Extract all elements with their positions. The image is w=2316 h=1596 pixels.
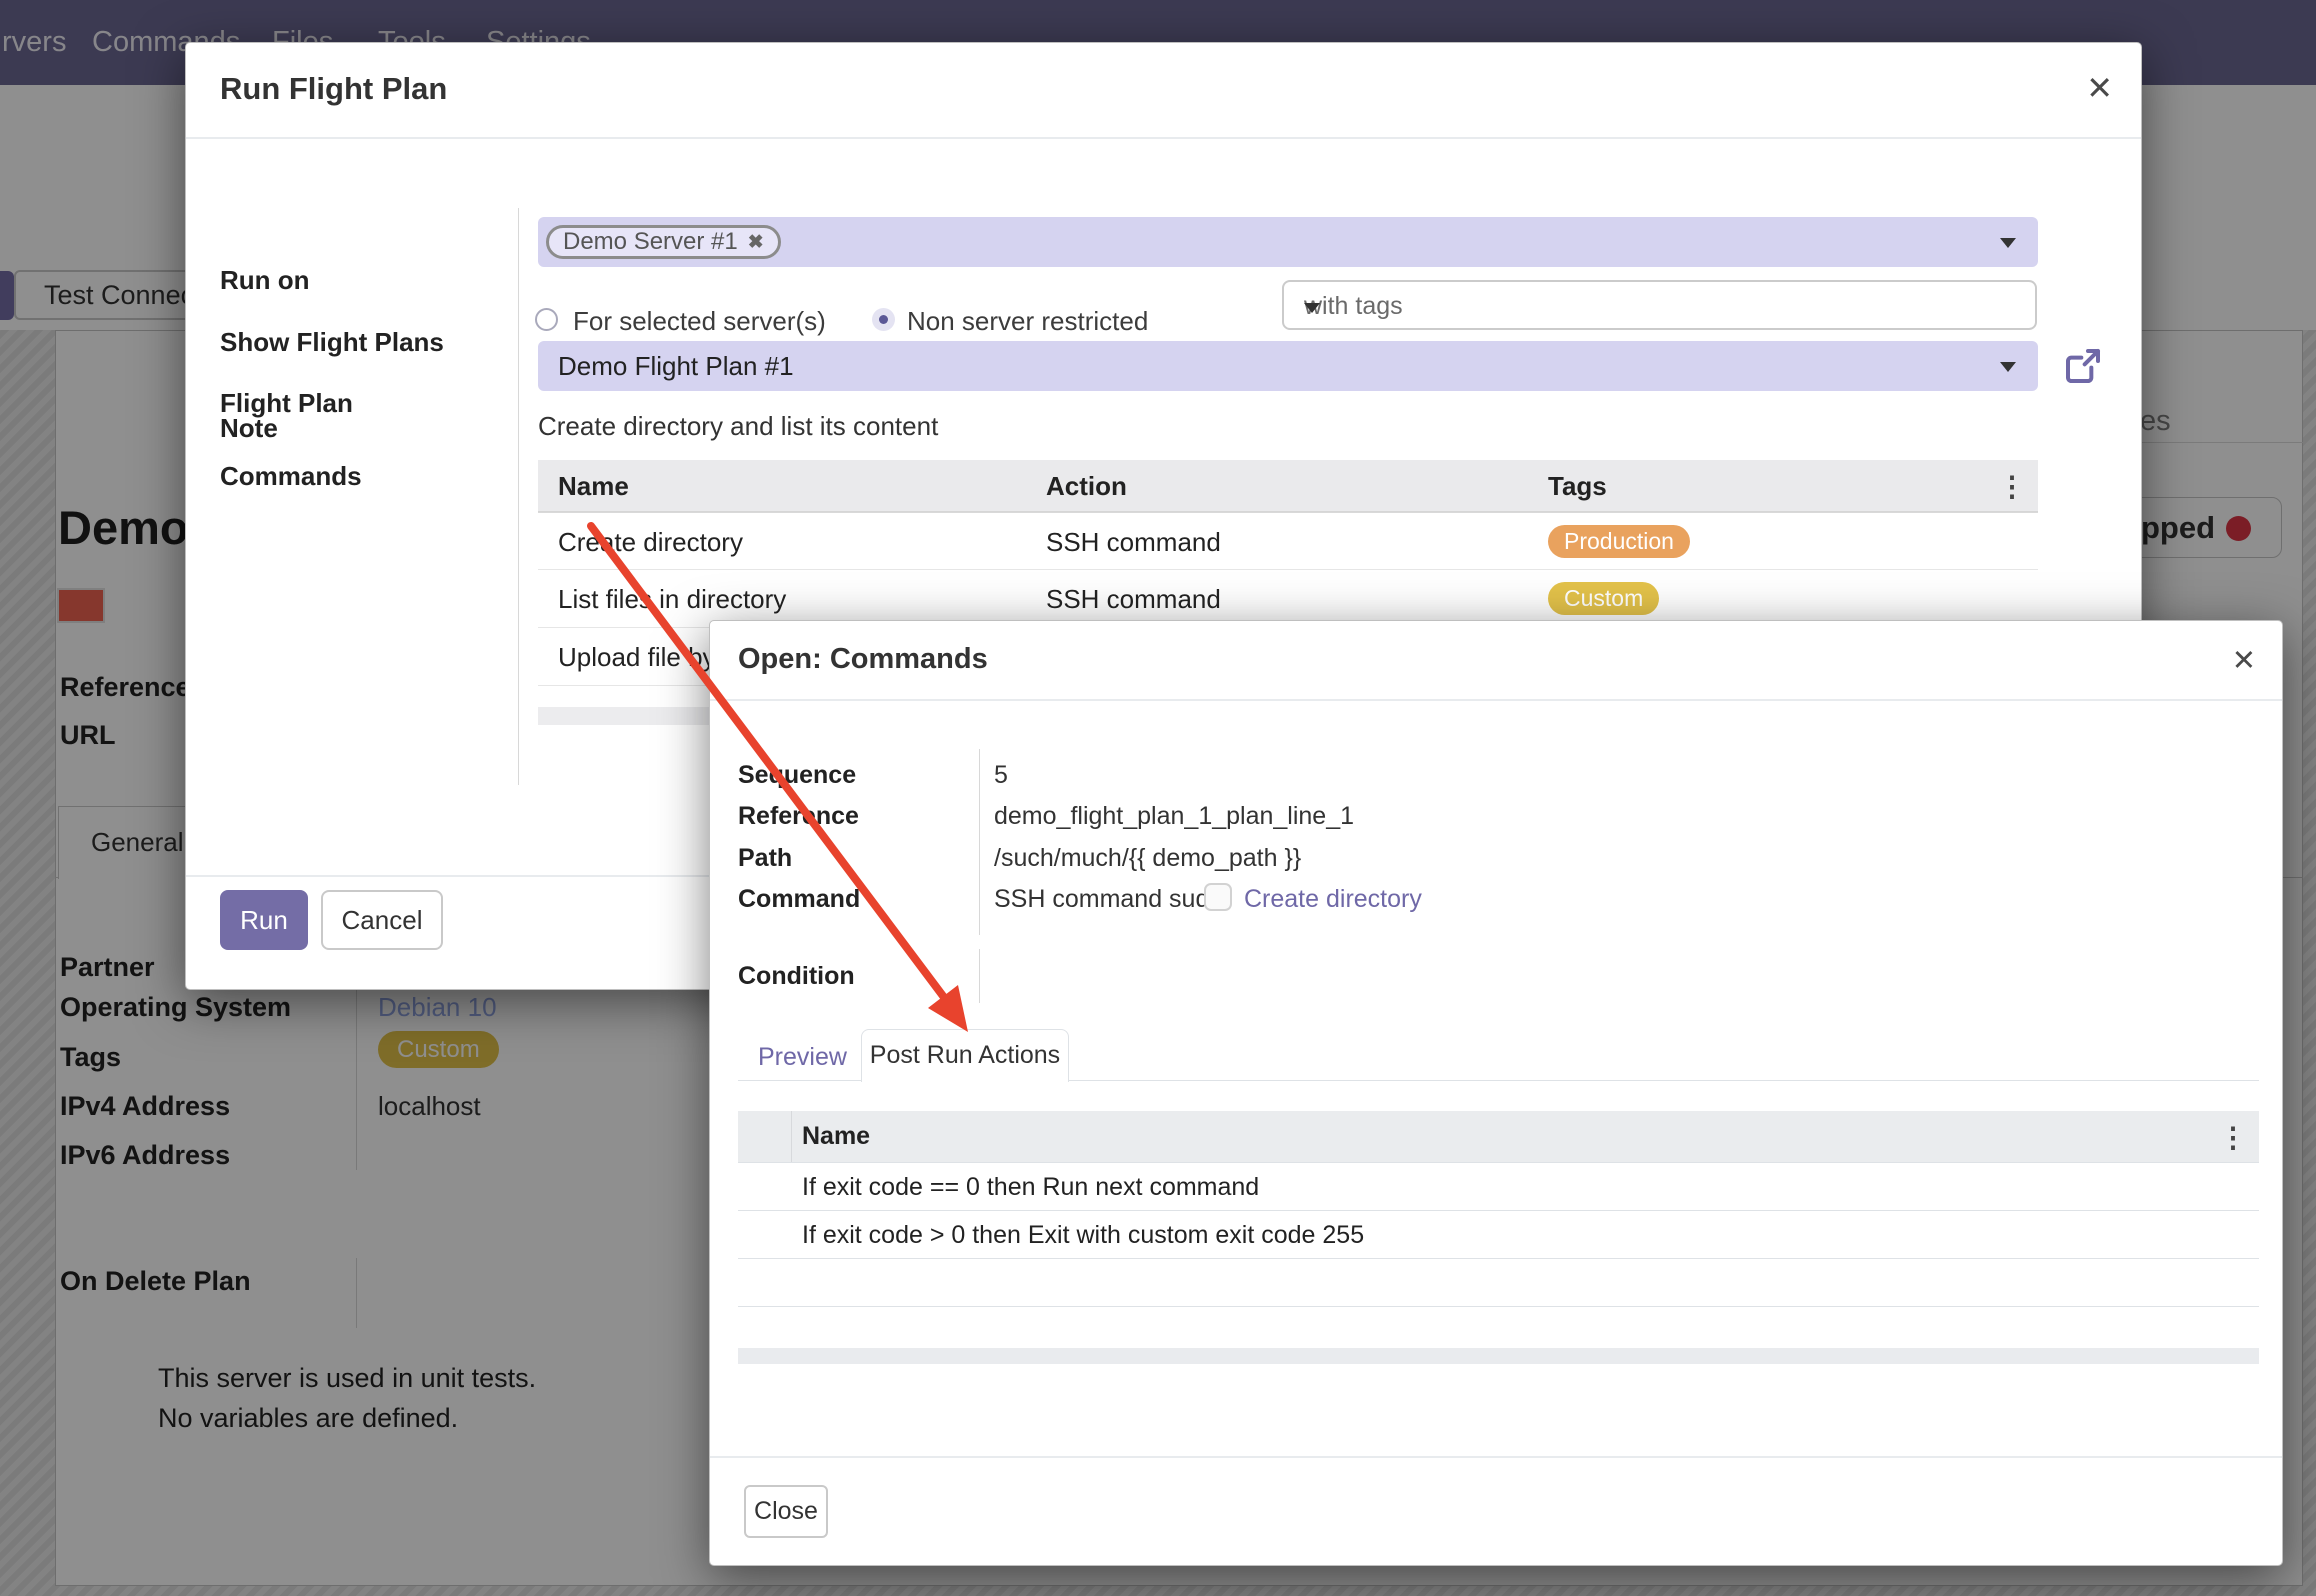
col-name[interactable]: Name bbox=[558, 471, 629, 502]
run-button[interactable]: Run bbox=[220, 890, 308, 950]
external-link-icon[interactable] bbox=[2063, 346, 2103, 386]
table-options-icon[interactable]: ⋮ bbox=[2219, 1121, 2247, 1154]
col-name[interactable]: Name bbox=[802, 1122, 870, 1151]
label-path: Path bbox=[738, 844, 792, 873]
label-column-divider bbox=[979, 949, 980, 1003]
label-column-divider bbox=[518, 208, 519, 785]
close-icon[interactable]: ✕ bbox=[2086, 69, 2113, 107]
chevron-down-icon bbox=[1304, 303, 1320, 313]
radio-for-selected-servers-label[interactable]: For selected server(s) bbox=[573, 306, 826, 337]
col-tags[interactable]: Tags bbox=[1548, 471, 1607, 502]
flight-plan-note: Create directory and list its content bbox=[538, 411, 938, 442]
cell-action: SSH command bbox=[1046, 584, 1221, 615]
table-row[interactable]: Create directory SSH command Production bbox=[538, 512, 2038, 570]
label-note: Note bbox=[220, 413, 278, 444]
cell-name: If exit code == 0 then Run next command bbox=[802, 1173, 1259, 1202]
cell-name: Create directory bbox=[558, 527, 743, 558]
label-show-flight-plans: Show Flight Plans bbox=[220, 327, 444, 358]
sudo-checkbox[interactable] bbox=[1204, 883, 1232, 911]
chevron-down-icon bbox=[2000, 362, 2016, 372]
value-path: /such/much/{{ demo_path }} bbox=[994, 844, 1301, 873]
commands-table-header: Name Action Tags ⋮ bbox=[538, 460, 2038, 512]
close-icon[interactable]: ✕ bbox=[2232, 643, 2256, 678]
label-sequence: Sequence bbox=[738, 761, 856, 790]
cell-name: If exit code > 0 then Exit with custom e… bbox=[802, 1221, 1364, 1250]
label-command: Command bbox=[738, 885, 860, 914]
cell-action: SSH command bbox=[1046, 527, 1221, 558]
value-reference: demo_flight_plan_1_plan_line_1 bbox=[994, 802, 1354, 831]
header-divider bbox=[710, 699, 2282, 701]
cell-name: Upload file by bbox=[558, 642, 716, 673]
radio-non-server-restricted[interactable] bbox=[872, 308, 895, 331]
footer-divider bbox=[710, 1456, 2282, 1458]
table-row[interactable]: If exit code > 0 then Exit with custom e… bbox=[738, 1210, 2259, 1258]
screenshot-stage: rvers Commands Files Tools Settings Test… bbox=[0, 0, 2316, 1596]
table-options-icon[interactable]: ⋮ bbox=[1998, 470, 2026, 503]
tab-preview[interactable]: Preview bbox=[758, 1043, 847, 1072]
chevron-down-icon bbox=[2000, 238, 2016, 248]
remove-tag-icon[interactable]: ✖ bbox=[748, 231, 764, 254]
label-column-divider bbox=[979, 749, 980, 935]
label-reference: Reference bbox=[738, 802, 859, 831]
modal-title: Open: Commands bbox=[738, 643, 988, 676]
with-tags-select[interactable]: with tags bbox=[1282, 280, 2037, 330]
table-footer-strip bbox=[738, 1348, 2259, 1364]
tag-badge: Custom bbox=[1548, 582, 1659, 615]
value-sequence: 5 bbox=[994, 761, 1008, 790]
radio-non-server-restricted-label[interactable]: Non server restricted bbox=[907, 306, 1148, 337]
value-command: SSH command sudo bbox=[994, 885, 1223, 914]
table-row-empty[interactable] bbox=[738, 1258, 2259, 1306]
modal-title: Run Flight Plan bbox=[220, 71, 447, 107]
flight-plan-select[interactable]: Demo Flight Plan #1 bbox=[538, 341, 2038, 391]
label-condition: Condition bbox=[738, 962, 855, 991]
selector-column bbox=[738, 1111, 792, 1162]
label-commands: Commands bbox=[220, 461, 362, 492]
flight-plan-value: Demo Flight Plan #1 bbox=[558, 351, 794, 382]
cell-name: List files in directory bbox=[558, 584, 786, 615]
close-button[interactable]: Close bbox=[744, 1485, 828, 1538]
table-bottom-border bbox=[738, 1306, 2259, 1307]
label-run-on: Run on bbox=[220, 265, 310, 296]
table-row[interactable]: If exit code == 0 then Run next command bbox=[738, 1162, 2259, 1210]
tag-badge: Production bbox=[1548, 525, 1690, 558]
cancel-button[interactable]: Cancel bbox=[321, 890, 443, 950]
post-run-table-header: Name ⋮ bbox=[738, 1111, 2259, 1162]
server-tag[interactable]: Demo Server #1 ✖ bbox=[546, 225, 781, 259]
run-on-select[interactable]: Demo Server #1 ✖ bbox=[538, 217, 2038, 267]
server-tag-label: Demo Server #1 bbox=[563, 228, 738, 256]
post-run-actions-table: Name ⋮ If exit code == 0 then Run next c… bbox=[738, 1111, 2259, 1307]
open-commands-modal: Open: Commands ✕ Sequence 5 Reference de… bbox=[709, 620, 2283, 1566]
radio-for-selected-servers[interactable] bbox=[535, 308, 558, 331]
command-link[interactable]: Create directory bbox=[1244, 885, 1422, 914]
col-action[interactable]: Action bbox=[1046, 471, 1127, 502]
header-divider bbox=[186, 137, 2141, 139]
tab-post-run-actions[interactable]: Post Run Actions bbox=[861, 1029, 1069, 1082]
